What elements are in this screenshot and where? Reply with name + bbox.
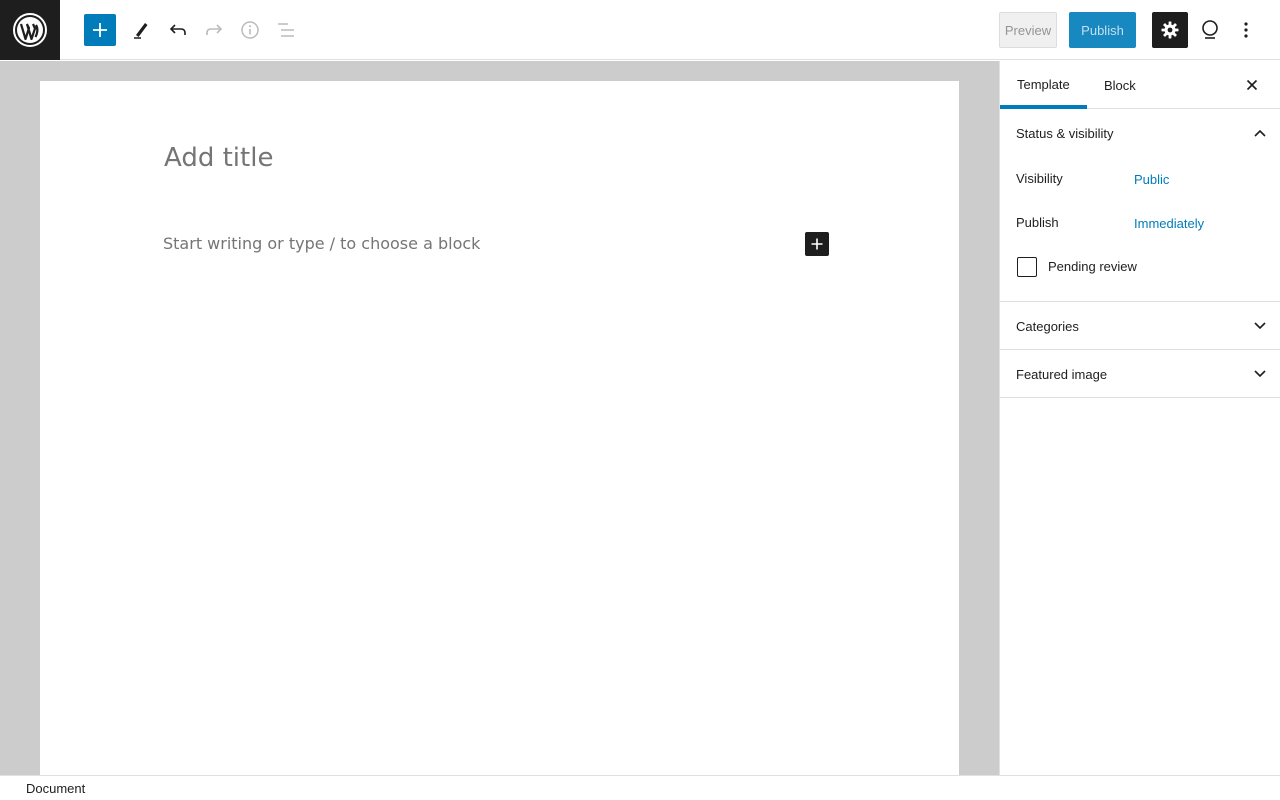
block-breadcrumb-bar: Document (0, 775, 1280, 800)
settings-button[interactable] (1152, 12, 1188, 48)
panel-title: Featured image (1016, 366, 1108, 382)
pending-review-label[interactable]: Pending review (1048, 259, 1137, 274)
breadcrumb-document[interactable]: Document (26, 781, 85, 796)
sidebar-tabs: Template Block (1000, 61, 1280, 109)
more-vertical-icon (1244, 22, 1248, 38)
chevron-down-icon (1254, 322, 1266, 330)
publish-button[interactable]: Publish (1069, 12, 1136, 48)
redo-icon (206, 24, 223, 35)
paragraph-block-input[interactable]: Start writing or type / to choose a bloc… (163, 234, 480, 253)
tab-block[interactable]: Block (1087, 61, 1157, 109)
gear-icon (1161, 21, 1179, 39)
pending-review-checkbox[interactable] (1017, 257, 1037, 277)
close-sidebar-button[interactable] (1240, 73, 1264, 97)
editor-page: Add title Start writing or type / to cho… (40, 81, 959, 775)
details-button[interactable] (232, 12, 268, 48)
undo-icon (169, 24, 186, 35)
plugin-button[interactable] (1192, 12, 1228, 48)
plus-icon (93, 23, 107, 37)
panel-title: Categories (1016, 318, 1079, 334)
featured-image-panel: Featured image (1000, 350, 1280, 398)
add-block-button[interactable] (84, 14, 116, 46)
visibility-label: Visibility (1016, 171, 1063, 186)
featured-image-toggle[interactable]: Featured image (1016, 350, 1266, 398)
list-view-icon (278, 23, 294, 37)
publish-label: Publish (1016, 215, 1059, 230)
wordpress-logo-icon[interactable] (0, 0, 60, 60)
redo-button[interactable] (196, 12, 232, 48)
chevron-down-icon (1254, 370, 1266, 378)
chevron-up-icon (1254, 129, 1266, 137)
pencil-icon (134, 23, 148, 39)
status-visibility-toggle[interactable]: Status & visibility (1016, 109, 1266, 157)
more-options-button[interactable] (1228, 12, 1264, 48)
list-view-button[interactable] (268, 12, 304, 48)
plus-icon (811, 238, 823, 250)
undo-button[interactable] (160, 12, 196, 48)
categories-toggle[interactable]: Categories (1016, 302, 1266, 350)
plugin-icon (1202, 20, 1218, 39)
publish-date-button[interactable]: Immediately (1134, 216, 1204, 231)
status-visibility-panel: Status & visibility Visibility Public Pu… (1000, 109, 1280, 302)
settings-sidebar: Template Block Status & visibility Visib… (999, 61, 1280, 775)
visibility-value-button[interactable]: Public (1134, 172, 1169, 187)
tools-button[interactable] (124, 12, 160, 48)
preview-button[interactable]: Preview (999, 12, 1057, 48)
info-icon (241, 21, 259, 39)
panel-title: Status & visibility (1016, 125, 1114, 141)
categories-panel: Categories (1000, 302, 1280, 350)
post-title-input[interactable]: Add title (164, 143, 273, 173)
editor-canvas: Add title Start writing or type / to cho… (0, 61, 999, 775)
tab-template[interactable]: Template (1000, 61, 1087, 109)
inline-add-block-button[interactable] (805, 232, 829, 256)
close-icon (1246, 79, 1258, 91)
editor-header: Preview Publish (0, 0, 1280, 60)
